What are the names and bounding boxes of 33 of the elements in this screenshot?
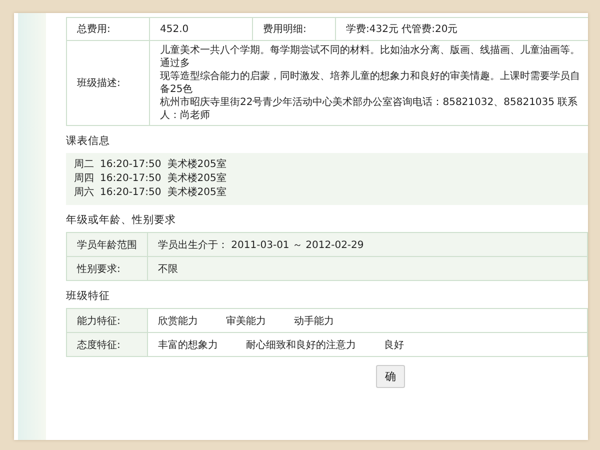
field-value: 不限 bbox=[148, 256, 588, 280]
feature-tag: 审美能力 bbox=[226, 314, 266, 328]
feature-tag: 良好 bbox=[384, 338, 404, 352]
section-title: 课表信息 bbox=[66, 134, 111, 149]
field-value: 452.0 bbox=[150, 18, 252, 40]
feature-tag: 丰富的想象力 bbox=[158, 338, 218, 352]
field-label: 性别要求: bbox=[66, 256, 148, 280]
feature-tag: 耐心细致和良好的注意力 bbox=[246, 338, 356, 352]
description-line: 杭州市昭庆寺里街22号青少年活动中心美术部办公室咨询电话：85821032、85821035 联系人：尚老师 bbox=[160, 96, 579, 122]
field-label: 态度特征: bbox=[66, 332, 148, 356]
section-title: 年级或年龄、性别要求 bbox=[66, 213, 177, 228]
schedule-room: 美术楼205室 bbox=[167, 158, 226, 172]
schedule-day: 周四 bbox=[74, 172, 94, 186]
description-line: 儿童美术一共八个学期。每学期尝试不同的材料。比如油水分离、版画、线描画、儿童油画等。通过多 bbox=[160, 44, 581, 70]
schedule-room: 美术楼205室 bbox=[167, 172, 226, 186]
field-label: 班级描述: bbox=[66, 40, 150, 126]
field-value: 学员出生介于： 2011-03-01 ～ 2012-02-29 bbox=[148, 232, 588, 256]
field-label: 学员年龄范围 bbox=[66, 232, 148, 256]
field-value: 学费:432元 代管费:20元 bbox=[336, 18, 588, 40]
schedule-time: 16:20-17:50 bbox=[100, 158, 162, 172]
schedule-room: 美术楼205室 bbox=[167, 186, 226, 200]
schedule-time: 16:20-17:50 bbox=[100, 186, 162, 200]
field-label: 能力特征: bbox=[66, 308, 148, 332]
schedule-time: 16:20-17:50 bbox=[100, 172, 162, 186]
schedule-day: 周二 bbox=[74, 158, 94, 172]
section-title: 班级特征 bbox=[66, 289, 111, 304]
confirm-button[interactable]: 确 bbox=[376, 365, 405, 388]
field-label: 总费用: bbox=[66, 18, 150, 40]
schedule-day: 周六 bbox=[74, 186, 94, 200]
description-line: 现等造型综合能力的启蒙，同时激发、培养儿童的想象力和良好的审美情趣。上课时需要学员自备25色 bbox=[160, 70, 581, 96]
feature-tag: 欣赏能力 bbox=[158, 314, 198, 328]
field-label: 费用明细: bbox=[252, 18, 336, 40]
feature-tag: 动手能力 bbox=[294, 314, 334, 328]
